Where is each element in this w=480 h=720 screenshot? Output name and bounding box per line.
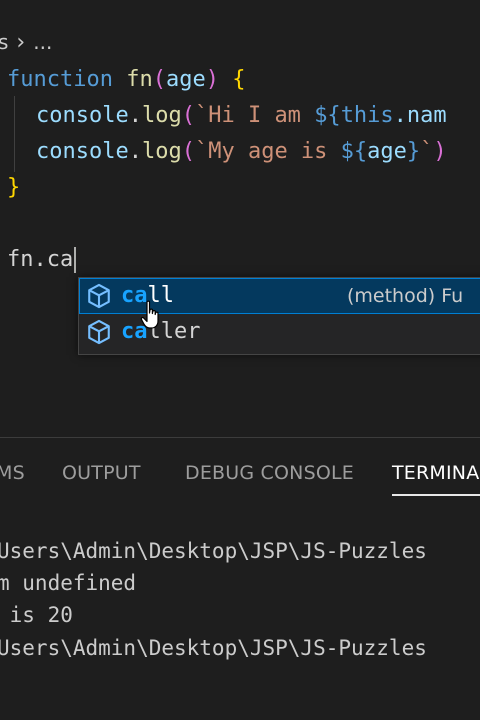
terminal-line: m undefined [0, 571, 137, 595]
code-line-3: console.log(`My age is ${age}`) [36, 134, 447, 170]
console-object: console [36, 139, 129, 164]
interpolation-open: ${ [340, 139, 368, 164]
log-method: log [141, 139, 182, 164]
property-access: .nam [393, 103, 447, 128]
terminal-line: Users\Admin\Desktop\JSP\JS-Puzzles [0, 636, 427, 660]
code-editor[interactable]: function fn(age) { console.log(`Hi I am … [0, 60, 480, 430]
bottom-panel: MS OUTPUT DEBUG CONSOLE TERMINAL Users\A… [0, 437, 480, 720]
age-variable: age [367, 139, 407, 164]
tab-debug-console[interactable]: DEBUG CONSOLE [185, 460, 354, 486]
breadcrumb-ellipsis[interactable]: ... [33, 30, 52, 54]
paren-open: ( [181, 103, 195, 128]
tab-output[interactable]: OUTPUT [62, 460, 141, 486]
terminal-line: Users\Admin\Desktop\JSP\JS-Puzzles [0, 539, 427, 563]
terminal-line: is 20 [0, 603, 73, 627]
paren-open: ( [181, 139, 195, 164]
method-cube-icon [85, 318, 113, 346]
code-line-4: } [7, 170, 20, 206]
indent-guide [14, 96, 15, 172]
method-cube-icon [85, 282, 113, 310]
brace-close: } [7, 175, 21, 200]
code-line-2: console.log(`Hi I am ${this.nam [36, 98, 447, 134]
this-keyword: this [340, 103, 394, 128]
text-cursor [74, 247, 77, 273]
vscode-window: s › ... function fn(age) { console.log(`… [0, 0, 480, 720]
code-line-6[interactable]: fn.ca [7, 242, 77, 278]
breadcrumb-segment[interactable]: s [0, 30, 8, 54]
dot: . [128, 139, 142, 164]
template-string: `My age is [194, 139, 341, 164]
suggest-widget[interactable]: call (method) Fu caller [78, 277, 480, 355]
typed-text: fn.ca [7, 247, 74, 272]
keyword-function: function [7, 67, 113, 92]
interpolation-open: ${ [314, 103, 341, 128]
template-string: `Hi I am [194, 103, 315, 128]
paren-open: ( [152, 67, 166, 92]
interpolation-close: } [406, 139, 421, 164]
suggest-detail: (method) Fu [347, 285, 464, 307]
breadcrumb[interactable]: s › ... [0, 28, 52, 56]
chevron-right-icon: › [16, 29, 26, 55]
brace-open: { [232, 67, 246, 92]
param-age: age [165, 67, 206, 92]
tab-problems[interactable]: MS [0, 460, 25, 486]
panel-tabs: MS OUTPUT DEBUG CONSOLE TERMINAL [0, 438, 480, 506]
function-name: fn [126, 67, 153, 92]
tab-terminal[interactable]: TERMINAL [392, 460, 480, 496]
template-tick: ` [420, 139, 434, 164]
hand-pointer-icon [140, 300, 159, 329]
dot: . [128, 103, 142, 128]
log-method: log [141, 103, 182, 128]
console-object: console [36, 103, 129, 128]
paren-close: ) [433, 139, 447, 164]
code-line-1: function fn(age) { [7, 62, 245, 98]
paren-close: ) [205, 67, 219, 92]
